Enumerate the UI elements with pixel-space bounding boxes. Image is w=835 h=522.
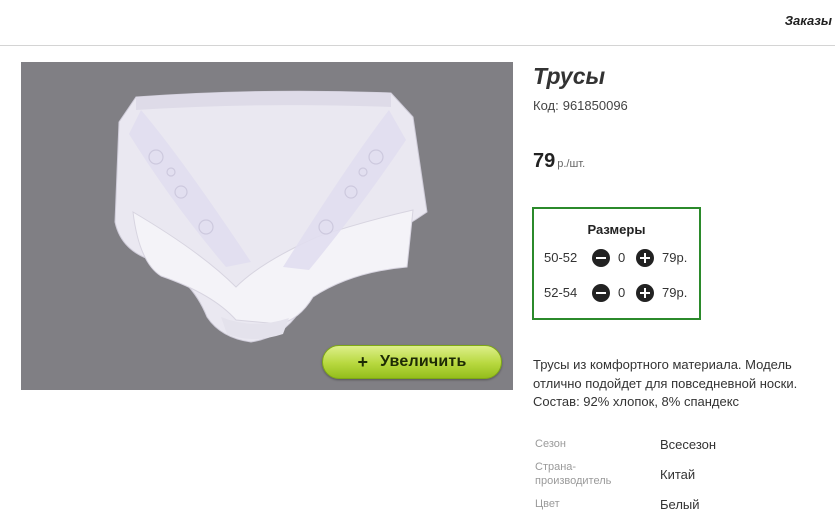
plus-icon: + <box>357 352 369 372</box>
plus-icon[interactable] <box>636 249 654 267</box>
size-price: 79р. <box>662 250 688 265</box>
price-value: 79 <box>533 150 556 172</box>
attribute-key: Сезон <box>535 438 566 450</box>
minus-icon[interactable] <box>592 284 610 302</box>
plus-icon[interactable] <box>636 284 654 302</box>
orders-link[interactable]: Заказы <box>785 13 832 28</box>
attribute-value: Всесезон <box>660 437 717 452</box>
attribute-key: Страна-производитель <box>535 461 612 487</box>
sizes-panel: Размеры 50-52 0 79р. 52-54 0 79р. <box>532 207 701 320</box>
product-title: Трусы <box>533 63 606 89</box>
quantity-value: 0 <box>618 250 626 265</box>
zoom-button[interactable]: + Увеличить <box>322 345 502 379</box>
size-row: 50-52 0 79р. <box>544 248 694 268</box>
product-photo[interactable]: + Увеличить <box>21 62 513 390</box>
product-code-label: Код: <box>533 98 559 113</box>
size-label: 52-54 <box>544 285 578 300</box>
product-code-value: 961850096 <box>562 98 628 113</box>
product-image <box>114 90 428 343</box>
sizes-header: Размеры <box>587 222 646 237</box>
attribute-key: Цвет <box>535 498 560 510</box>
size-price: 79р. <box>662 285 688 300</box>
product-code: Код: 961850096 <box>533 98 628 113</box>
size-label: 50-52 <box>544 250 578 265</box>
product-price: 79 р./шт. <box>533 150 585 173</box>
top-bar: Заказы <box>0 0 835 46</box>
zoom-button-label: Увеличить <box>380 353 467 370</box>
price-unit: р./шт. <box>557 158 586 170</box>
product-description: Трусы из комфортного материала. Модель о… <box>533 357 798 409</box>
size-row: 52-54 0 79р. <box>544 283 694 303</box>
attribute-value: Белый <box>660 497 700 512</box>
attribute-value: Китай <box>660 467 696 482</box>
minus-icon[interactable] <box>592 249 610 267</box>
quantity-value: 0 <box>618 285 626 300</box>
